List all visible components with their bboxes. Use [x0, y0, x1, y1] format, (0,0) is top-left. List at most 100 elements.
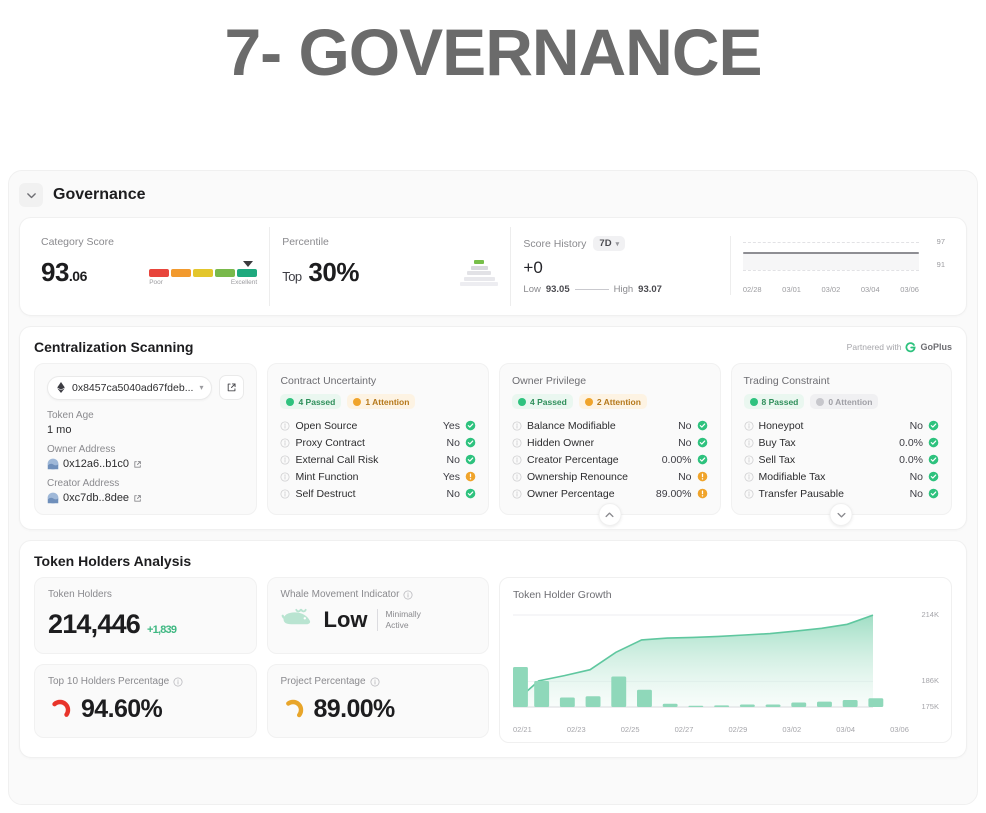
scan-badges: 4 Passed 1 Attention [280, 394, 476, 409]
score-history-range: Low 93.05 High 93.07 [523, 284, 719, 295]
owner-address-row[interactable]: 0x12a6..b1c0 [47, 458, 244, 470]
token-address-select[interactable]: 0x8457ca5040ad67fdeb... ▾ [47, 376, 212, 400]
info-icon[interactable] [280, 489, 290, 499]
score-history-range-select[interactable]: 7D ▾ [593, 236, 625, 251]
info-icon[interactable] [744, 421, 754, 431]
scan-item[interactable]: Ownership RenounceNo [512, 468, 708, 485]
progress-ring-icon [48, 698, 72, 722]
passed-badge: 4 Passed [512, 394, 573, 409]
scan-item-label: Modifiable Tax [759, 471, 826, 483]
growth-chart-title: Token Holder Growth [513, 589, 939, 601]
growth-chart-svg [513, 605, 903, 723]
info-icon[interactable] [280, 472, 290, 482]
goplus-logo-icon [905, 342, 916, 353]
scan-item[interactable]: External Call Risk No [280, 451, 476, 468]
info-icon[interactable] [173, 677, 183, 687]
scan-item-label: External Call Risk [295, 454, 378, 466]
scan-item-value: No [910, 488, 923, 500]
growth-xtick-5: 03/02 [782, 725, 801, 734]
scan-item-label: Owner Percentage [527, 488, 615, 500]
growth-xtick-6: 03/04 [836, 725, 855, 734]
percentile-number: 30% [308, 257, 359, 287]
scan-item[interactable]: Transfer PausableNo [744, 485, 940, 502]
scan-item-label: Self Destruct [295, 488, 355, 500]
creator-address-row[interactable]: 0xc7db..8dee [47, 492, 244, 504]
scan-item-label: Open Source [295, 420, 357, 432]
partner-name: GoPlus [920, 342, 952, 352]
avatar-icon [47, 492, 59, 504]
info-icon[interactable] [280, 421, 290, 431]
token-holders-title: Token Holders Analysis [34, 553, 191, 569]
status-dot-icon [353, 398, 361, 406]
score-history-sparkline: 9791 [743, 236, 945, 282]
progress-ring-icon [281, 698, 305, 722]
scan-item[interactable]: Mint FunctionYes [280, 468, 476, 485]
scan-item[interactable]: Open Source Yes [280, 417, 476, 434]
gauge-segment-3 [215, 269, 235, 277]
category-score-int: 93 [41, 257, 69, 287]
info-icon[interactable] [370, 677, 380, 687]
panel-collapse-toggle[interactable] [19, 183, 43, 207]
status-check-icon [465, 454, 476, 465]
scan-item[interactable]: Modifiable TaxNo [744, 468, 940, 485]
sparkline-x-axis: 02/2803/0103/0203/0403/06 [743, 285, 945, 294]
info-icon[interactable] [512, 421, 522, 431]
scan-item[interactable]: Buy Tax0.0% [744, 434, 940, 451]
scan-item[interactable]: Creator Percentage0.00% [512, 451, 708, 468]
scan-item[interactable]: Hidden OwnerNo [512, 434, 708, 451]
scan-item-label: Ownership Renounce [527, 471, 628, 483]
info-icon[interactable] [280, 438, 290, 448]
chevron-down-icon [835, 509, 847, 521]
growth-ytick-0: 214K [921, 610, 939, 619]
info-icon[interactable] [744, 489, 754, 499]
ethereum-icon [56, 382, 66, 393]
status-check-icon [928, 488, 939, 499]
sparkline-xtick-3: 03/04 [861, 285, 880, 294]
status-check-icon [928, 471, 939, 482]
info-icon[interactable] [512, 472, 522, 482]
info-icon[interactable] [744, 472, 754, 482]
info-icon[interactable] [512, 455, 522, 465]
top10-value: 94.60% [81, 695, 162, 724]
external-link-icon[interactable] [133, 494, 142, 503]
scan-item-value-wrap: Yes [443, 420, 476, 432]
scan-item[interactable]: Self DestructNo [280, 485, 476, 502]
scan-item-value-wrap: No [447, 454, 476, 466]
scan-card-collapse-toggle[interactable] [598, 503, 621, 526]
sparkline-ytick-1: 91 [937, 260, 945, 269]
scan-item[interactable]: Sell Tax0.0% [744, 451, 940, 468]
status-check-icon [697, 420, 708, 431]
growth-xtick-1: 02/23 [567, 725, 586, 734]
scan-item-label: Hidden Owner [527, 437, 594, 449]
gauge-segment-1 [171, 269, 191, 277]
info-icon[interactable] [744, 455, 754, 465]
info-icon[interactable] [403, 590, 413, 600]
status-check-icon [697, 454, 708, 465]
scan-item-value-wrap: 0.0% [899, 454, 939, 466]
scan-item[interactable]: Balance ModifiableNo [512, 417, 708, 434]
info-icon[interactable] [280, 455, 290, 465]
scan-card-collapse-toggle[interactable] [830, 503, 853, 526]
category-score-dec: .06 [69, 268, 87, 284]
info-icon[interactable] [512, 489, 522, 499]
external-link-icon[interactable] [133, 460, 142, 469]
top10-label-row: Top 10 Holders Percentage [48, 676, 243, 687]
passed-badge: 4 Passed [280, 394, 341, 409]
info-icon[interactable] [744, 438, 754, 448]
scan-item[interactable]: Owner Percentage89.00% [512, 485, 708, 502]
sparkline-xtick-0: 02/28 [743, 285, 762, 294]
open-external-button[interactable] [219, 375, 244, 400]
growth-ytick-1: 186K [921, 676, 939, 685]
scan-card-owner-privilege: Owner Privilege 4 Passed 2 Attention Bal… [499, 363, 721, 515]
scan-item[interactable]: Proxy ContractNo [280, 434, 476, 451]
scan-item-value: No [910, 420, 923, 432]
score-history-delta: +0 [523, 258, 719, 278]
sparkline-xtick-4: 03/06 [900, 285, 919, 294]
whale-sub-line2: Active [386, 620, 409, 630]
scan-item[interactable]: HoneypotNo [744, 417, 940, 434]
page-title: 7- GOVERNANCE [0, 0, 986, 87]
growth-xtick-3: 02/27 [675, 725, 694, 734]
token-holders-section: Token Holders Analysis Token Holders 214… [19, 540, 967, 758]
percentile-card: Percentile Top 30% [269, 227, 510, 306]
info-icon[interactable] [512, 438, 522, 448]
